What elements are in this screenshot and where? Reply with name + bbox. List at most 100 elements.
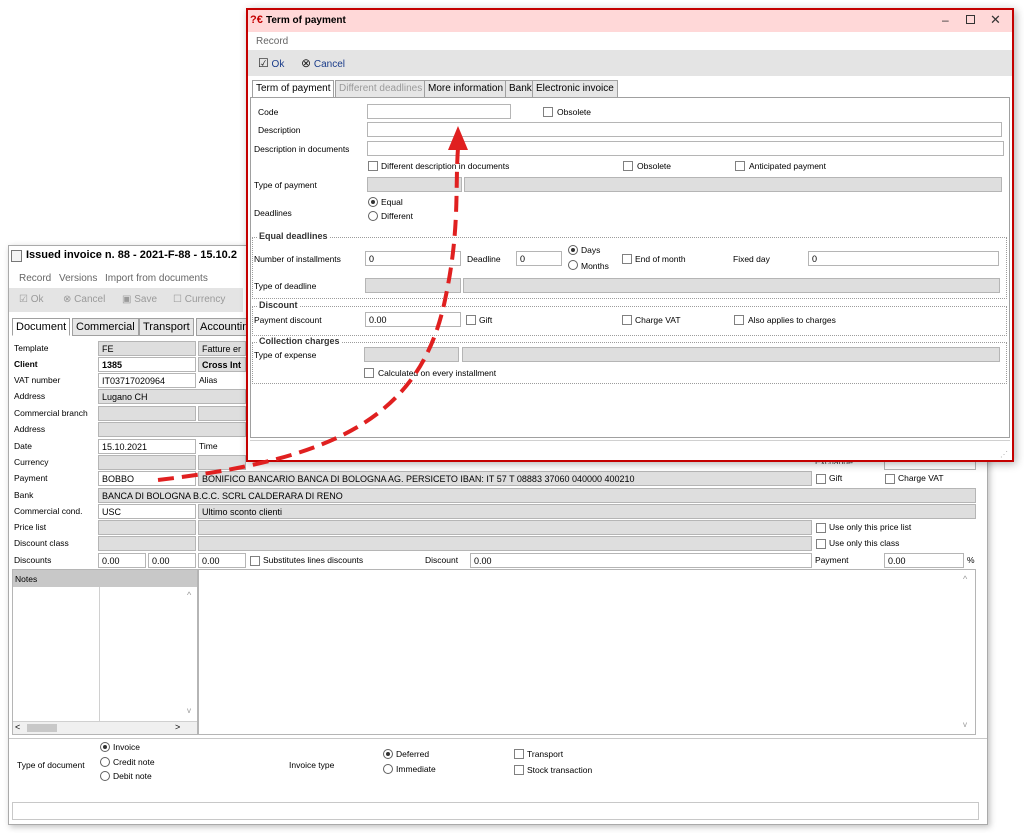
notes-scroll-up-icon[interactable]: ^ <box>963 574 967 584</box>
equal-radio[interactable] <box>368 197 378 207</box>
scroll-thumb[interactable] <box>27 724 57 732</box>
tab-term-of-payment[interactable]: Term of payment <box>252 80 335 98</box>
tab-commercial[interactable]: Commercial <box>72 318 139 336</box>
obsolete-checkbox[interactable] <box>543 107 553 117</box>
debit-note-radio[interactable] <box>100 771 110 781</box>
address-field[interactable]: Lugano CH <box>98 389 246 404</box>
description-in-documents-label: Description in documents <box>254 144 350 154</box>
different-description-checkbox[interactable] <box>368 161 378 171</box>
type-of-expense-field[interactable] <box>364 347 459 362</box>
tab-document[interactable]: Document <box>12 318 71 336</box>
menu-record[interactable]: Record <box>256 36 288 47</box>
description-in-documents-field[interactable] <box>367 141 1004 156</box>
ok-button[interactable]: ☑ Ok <box>258 56 284 70</box>
type-of-payment-description <box>464 177 1002 192</box>
currency-label: Currency <box>184 294 226 305</box>
deadline-field[interactable]: 0 <box>516 251 562 266</box>
scroll-up-icon[interactable]: ^ <box>187 590 191 600</box>
also-applies-checkbox[interactable] <box>734 315 744 325</box>
horizontal-scrollbar[interactable]: < > <box>13 721 197 734</box>
scroll-left-icon[interactable]: < <box>15 722 20 732</box>
stock-transaction-label: Stock transaction <box>527 765 593 775</box>
gift-checkbox[interactable] <box>466 315 476 325</box>
discount-class-field[interactable] <box>98 536 196 551</box>
end-of-month-checkbox[interactable] <box>622 254 632 264</box>
tab-accounting[interactable]: Accountin <box>196 318 253 336</box>
anticipated-payment-checkbox[interactable] <box>735 161 745 171</box>
days-radio[interactable] <box>568 245 578 255</box>
gift-checkbox[interactable] <box>816 474 826 484</box>
notes-text-area[interactable]: ^ v <box>198 569 976 735</box>
alias-label: Alias <box>199 375 218 385</box>
menu-record[interactable]: Record <box>19 273 51 284</box>
credit-note-radio[interactable] <box>100 757 110 767</box>
date-label: Date <box>14 441 32 451</box>
payment-discount-label: Payment discount <box>254 315 322 325</box>
fixed-day-label: Fixed day <box>733 254 770 264</box>
substitutes-checkbox[interactable] <box>250 556 260 566</box>
cancel-button[interactable]: ⊗ Cancel <box>301 56 345 70</box>
scroll-right-icon[interactable]: > <box>175 722 180 732</box>
cancel-button[interactable]: ⊗ Cancel <box>63 294 105 305</box>
commercial-cond-field[interactable]: USC <box>98 504 196 519</box>
tab-more-information[interactable]: More information <box>424 80 508 98</box>
date-field[interactable]: 15.10.2021 <box>98 439 196 454</box>
cancel-icon: ⊗ <box>301 56 312 70</box>
charge-vat-checkbox[interactable] <box>622 315 632 325</box>
discounts-label: Discounts <box>14 555 52 565</box>
notes-panel: Notes ^ v < > <box>12 569 198 735</box>
discount1-field[interactable]: 0.00 <box>98 553 146 568</box>
deferred-radio[interactable] <box>383 749 393 759</box>
scroll-down-icon[interactable]: v <box>187 706 191 715</box>
currency-button[interactable]: ☐ Currency <box>173 294 225 305</box>
obsolete2-checkbox[interactable] <box>623 161 633 171</box>
save-button[interactable]: ▣ Save <box>122 294 157 305</box>
invoice-type-label: Invoice type <box>289 760 335 770</box>
template-field[interactable]: FE <box>98 341 196 356</box>
tab-different-deadlines[interactable]: Different deadlines <box>335 80 427 98</box>
commercial-branch-field[interactable] <box>98 406 196 421</box>
resize-grip-icon[interactable]: ⋰ <box>1000 450 1008 459</box>
payment-pct-field[interactable]: 0.00 <box>884 553 964 568</box>
discount3-field[interactable]: 0.00 <box>198 553 246 568</box>
invoice-radio[interactable] <box>100 742 110 752</box>
client-field[interactable]: 1385 <box>98 357 196 372</box>
payment-discount-field[interactable]: 0.00 <box>365 312 461 327</box>
immediate-radio[interactable] <box>383 764 393 774</box>
ok-button[interactable]: ☑ Ok <box>19 294 44 305</box>
vat-field[interactable]: IT03717020964 <box>98 373 196 388</box>
minimize-icon[interactable]: – <box>942 13 949 27</box>
tab-transport[interactable]: Transport <box>139 318 194 336</box>
payment-field[interactable]: BOBBO <box>98 471 196 486</box>
credit-note-option-label: Credit note <box>113 757 155 767</box>
fixed-day-field[interactable]: 0 <box>808 251 999 266</box>
use-price-list-checkbox[interactable] <box>816 523 826 533</box>
type-of-payment-field[interactable] <box>367 177 462 192</box>
price-list-label: Price list <box>14 522 47 532</box>
stock-transaction-checkbox[interactable] <box>514 765 524 775</box>
ok-label: Ok <box>271 59 285 70</box>
different-radio[interactable] <box>368 211 378 221</box>
months-radio[interactable] <box>568 260 578 270</box>
currency-field[interactable] <box>98 455 196 470</box>
calculated-every-installment-checkbox[interactable] <box>364 368 374 378</box>
charge-vat-checkbox[interactable] <box>885 474 895 484</box>
discount-field[interactable]: 0.00 <box>470 553 812 568</box>
number-of-installments-field[interactable]: 0 <box>365 251 461 266</box>
use-class-checkbox[interactable] <box>816 539 826 549</box>
menu-import-from-documents[interactable]: Import from documents <box>105 273 208 284</box>
close-icon[interactable]: ✕ <box>990 12 1001 28</box>
notes-scroll-down-icon[interactable]: v <box>963 720 967 729</box>
menu-versions[interactable]: Versions <box>59 273 97 284</box>
discount2-field[interactable]: 0.00 <box>148 553 196 568</box>
description-field[interactable] <box>367 122 1002 137</box>
address2-field[interactable] <box>98 422 246 437</box>
transport-checkbox[interactable] <box>514 749 524 759</box>
maximize-icon[interactable] <box>966 15 975 24</box>
price-list-field[interactable] <box>98 520 196 535</box>
tab-electronic-invoice[interactable]: Electronic invoice <box>532 80 618 98</box>
status-bar <box>12 802 979 820</box>
type-of-deadline-field[interactable] <box>365 278 461 293</box>
bank-field[interactable]: BANCA DI BOLOGNA B.C.C. SCRL CALDERARA D… <box>98 488 976 503</box>
code-field[interactable] <box>367 104 511 119</box>
